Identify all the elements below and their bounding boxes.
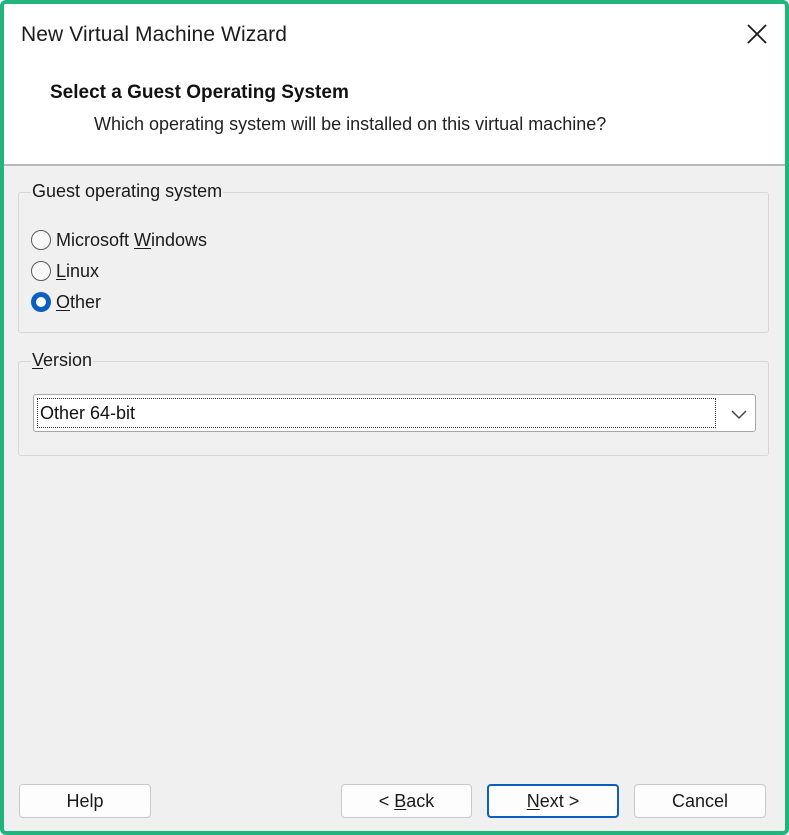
radio-label-linux: Linux: [56, 260, 100, 281]
radio-button[interactable]: [31, 261, 51, 281]
radio-linux[interactable]: Linux: [31, 257, 99, 285]
guest-os-legend: Guest operating system: [31, 181, 224, 202]
close-button[interactable]: [735, 14, 779, 54]
version-select[interactable]: Other 64-bit: [33, 394, 756, 432]
radio-button-selected[interactable]: [31, 292, 51, 312]
radio-microsoft-windows[interactable]: Microsoft Windows: [31, 226, 207, 254]
help-button[interactable]: Help: [19, 784, 151, 818]
window-title: New Virtual Machine Wizard: [21, 23, 287, 46]
version-select-value: Other 64-bit: [37, 398, 716, 428]
guest-os-group: [18, 192, 769, 333]
close-icon: [747, 24, 767, 44]
wizard-header: Select a Guest Operating System Which op…: [4, 66, 785, 166]
wizard-window: New Virtual Machine Wizard Select a Gues…: [0, 0, 789, 835]
back-button[interactable]: < Back: [341, 784, 472, 818]
radio-label-microsoft-windows: Microsoft Windows: [56, 229, 208, 250]
chevron-down-icon[interactable]: [729, 404, 749, 424]
radio-button[interactable]: [31, 230, 51, 250]
radio-label-other: Other: [56, 291, 102, 312]
page-title: Select a Guest Operating System: [50, 82, 349, 103]
cancel-button[interactable]: Cancel: [634, 784, 766, 818]
title-bar: New Virtual Machine Wizard: [4, 4, 785, 66]
page-subtitle: Which operating system will be installed…: [94, 114, 607, 134]
radio-other[interactable]: Other: [31, 288, 101, 316]
version-legend: Version: [31, 350, 94, 371]
next-button[interactable]: Next >: [487, 784, 619, 818]
